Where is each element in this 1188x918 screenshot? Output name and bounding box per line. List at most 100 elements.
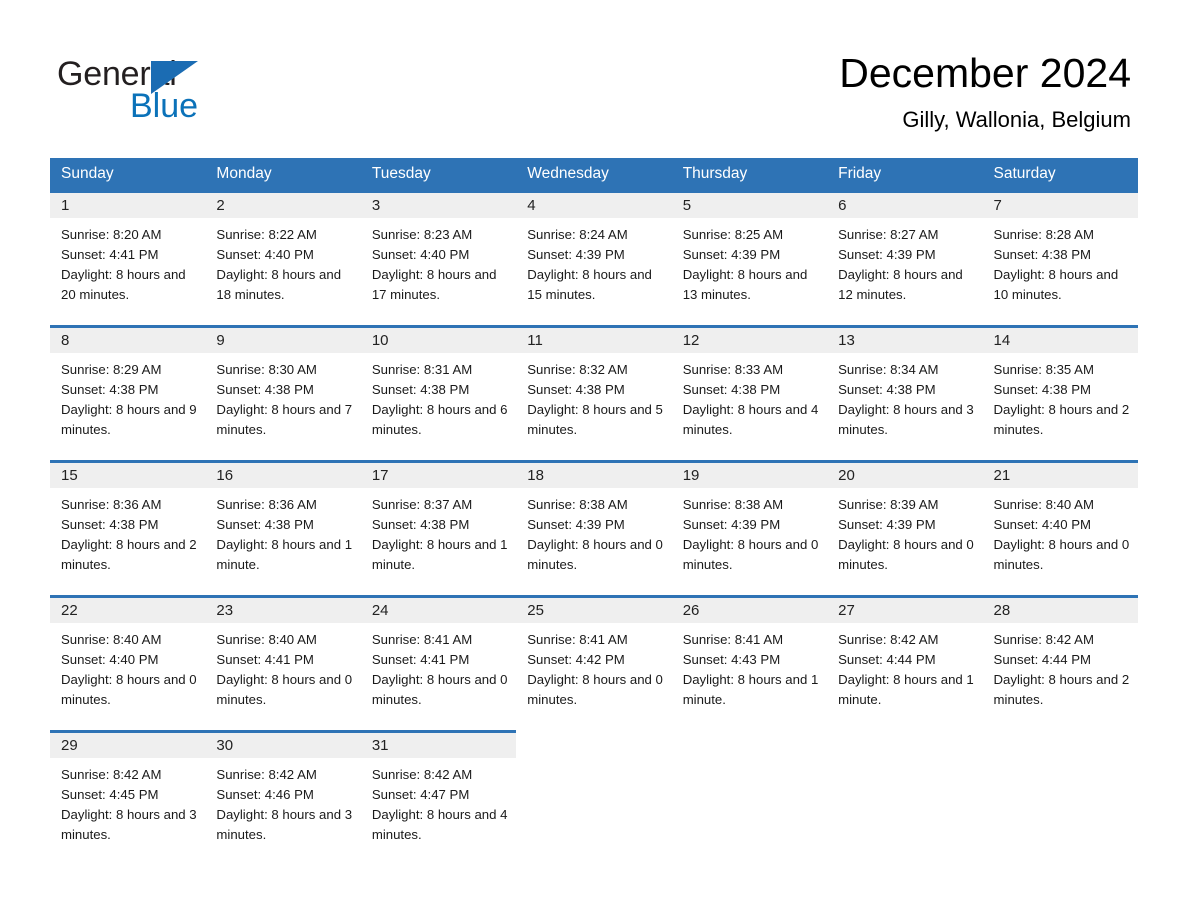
day-cell-inner: 1 Sunrise: 8:20 AM Sunset: 4:41 PM Daylight… xyxy=(50,190,206,325)
calendar-day-cell xyxy=(516,730,672,865)
calendar-day-cell[interactable]: 19 Sunrise: 8:38 AM Sunset: 4:39 PM Dayligh… xyxy=(671,460,828,595)
daylight-text: Daylight: 8 hours and 1 minute. xyxy=(371,537,508,572)
calendar-day-cell[interactable]: 18 Sunrise: 8:38 AM Sunset: 4:39 PM Dayligh… xyxy=(516,460,672,595)
calendar-day-cell[interactable]: 6 Sunrise: 8:27 AM Sunset: 4:39 PM Daylight… xyxy=(827,190,983,325)
sunrise-text: Sunrise: 8:42 AM xyxy=(838,632,939,647)
sunset-text: Sunset: 4:40 PM xyxy=(371,247,470,262)
calendar-day-cell[interactable]: 28 Sunrise: 8:42 AM Sunset: 4:44 PM Dayligh… xyxy=(982,595,1138,730)
calendar-day-cell[interactable]: 8 Sunrise: 8:29 AM Sunset: 4:38 PM Daylight… xyxy=(50,325,206,460)
sunrise-text: Sunrise: 8:33 AM xyxy=(682,362,784,377)
sunrise-text: Sunrise: 8:28 AM xyxy=(993,227,1094,242)
sunrise-text: Sunrise: 8:23 AM xyxy=(371,227,473,242)
day-number: 9 xyxy=(205,328,361,353)
daylight-text: Daylight: 8 hours and 6 minutes. xyxy=(371,402,508,437)
calendar-day-cell[interactable]: 29 Sunrise: 8:42 AM Sunset: 4:45 PM Dayligh… xyxy=(50,730,206,865)
sunset-text: Sunset: 4:38 PM xyxy=(216,517,314,532)
calendar-day-cell[interactable]: 12 Sunrise: 8:33 AM Sunset: 4:38 PM Dayligh… xyxy=(671,325,828,460)
day-number: 30 xyxy=(205,733,361,758)
day-cell-inner: 2 Sunrise: 8:22 AM Sunset: 4:40 PM Daylight… xyxy=(205,190,361,325)
calendar-day-cell[interactable]: 25 Sunrise: 8:41 AM Sunset: 4:42 PM Dayligh… xyxy=(516,595,672,730)
daylight-text: Daylight: 8 hours and 1 minute. xyxy=(216,537,353,572)
calendar-week-row: 8 Sunrise: 8:29 AM Sunset: 4:38 PM Daylight… xyxy=(50,325,1138,460)
sunset-text: Sunset: 4:40 PM xyxy=(993,517,1092,532)
calendar-page: General Blue December 2024 Gilly, Wallon… xyxy=(0,0,1188,918)
day-number: 1 xyxy=(50,193,206,218)
calendar-table: Sunday Monday Tuesday Wednesday Thursday… xyxy=(50,158,1138,865)
day-details: Sunrise: 8:38 AM Sunset: 4:39 PM Daylight:… xyxy=(516,488,671,575)
day-details: Sunrise: 8:40 AM Sunset: 4:41 PM Daylight:… xyxy=(205,623,360,710)
sunrise-text: Sunrise: 8:20 AM xyxy=(61,227,162,242)
calendar-day-cell[interactable]: 9 Sunrise: 8:30 AM Sunset: 4:38 PM Daylight… xyxy=(205,325,361,460)
day-number: 17 xyxy=(360,463,517,488)
calendar-day-cell[interactable]: 5 Sunrise: 8:25 AM Sunset: 4:39 PM Daylight… xyxy=(671,190,828,325)
calendar-day-cell[interactable]: 11 Sunrise: 8:32 AM Sunset: 4:38 PM Dayligh… xyxy=(516,325,672,460)
day-cell-inner: 3 Sunrise: 8:23 AM Sunset: 4:40 PM Daylight… xyxy=(360,190,517,325)
calendar-day-cell[interactable]: 3 Sunrise: 8:23 AM Sunset: 4:40 PM Daylight… xyxy=(360,190,517,325)
calendar-day-cell[interactable]: 26 Sunrise: 8:41 AM Sunset: 4:43 PM Dayligh… xyxy=(671,595,828,730)
day-number: 10 xyxy=(360,328,517,353)
day-cell-inner: 24 Sunrise: 8:41 AM Sunset: 4:41 PM Dayligh… xyxy=(360,595,517,730)
day-number: 15 xyxy=(50,463,206,488)
day-cell-inner: 18 Sunrise: 8:38 AM Sunset: 4:39 PM Dayligh… xyxy=(516,460,672,595)
day-cell-inner: 26 Sunrise: 8:41 AM Sunset: 4:43 PM Dayligh… xyxy=(671,595,828,730)
calendar-day-cell[interactable]: 31 Sunrise: 8:42 AM Sunset: 4:47 PM Dayligh… xyxy=(360,730,517,865)
daylight-text: Daylight: 8 hours and 0 minutes. xyxy=(216,672,353,707)
sunset-text: Sunset: 4:41 PM xyxy=(61,247,159,262)
calendar-day-cell[interactable]: 7 Sunrise: 8:28 AM Sunset: 4:38 PM Daylight… xyxy=(982,190,1138,325)
daylight-text: Daylight: 8 hours and 1 minute. xyxy=(838,672,974,707)
day-number: 22 xyxy=(50,598,206,623)
day-number: 26 xyxy=(671,598,828,623)
calendar-week-row: 22 Sunrise: 8:40 AM Sunset: 4:40 PM Dayligh… xyxy=(50,595,1138,730)
calendar-day-cell[interactable]: 13 Sunrise: 8:34 AM Sunset: 4:38 PM Dayligh… xyxy=(827,325,983,460)
brand-logo[interactable]: General Blue xyxy=(57,54,377,134)
calendar-day-cell[interactable]: 27 Sunrise: 8:42 AM Sunset: 4:44 PM Dayligh… xyxy=(827,595,983,730)
daylight-text: Daylight: 8 hours and 0 minutes. xyxy=(527,672,663,707)
sunrise-text: Sunrise: 8:42 AM xyxy=(61,767,162,782)
daylight-text: Daylight: 8 hours and 10 minutes. xyxy=(993,267,1119,302)
sunrise-text: Sunrise: 8:29 AM xyxy=(61,362,162,377)
calendar-day-cell[interactable]: 16 Sunrise: 8:36 AM Sunset: 4:38 PM Dayligh… xyxy=(205,460,361,595)
calendar-day-cell[interactable]: 21 Sunrise: 8:40 AM Sunset: 4:40 PM Dayligh… xyxy=(982,460,1138,595)
day-details: Sunrise: 8:42 AM Sunset: 4:47 PM Daylight:… xyxy=(361,758,516,845)
calendar-day-cell[interactable]: 23 Sunrise: 8:40 AM Sunset: 4:41 PM Dayligh… xyxy=(205,595,361,730)
day-details: Sunrise: 8:41 AM Sunset: 4:42 PM Daylight:… xyxy=(516,623,671,710)
calendar-day-cell[interactable]: 4 Sunrise: 8:24 AM Sunset: 4:39 PM Daylight… xyxy=(516,190,672,325)
day-cell-inner: 16 Sunrise: 8:36 AM Sunset: 4:38 PM Dayligh… xyxy=(205,460,361,595)
daylight-text: Daylight: 8 hours and 18 minutes. xyxy=(216,267,342,302)
day-number: 4 xyxy=(516,193,672,218)
daylight-text: Daylight: 8 hours and 0 minutes. xyxy=(682,537,819,572)
sunrise-text: Sunrise: 8:32 AM xyxy=(527,362,628,377)
daylight-text: Daylight: 8 hours and 2 minutes. xyxy=(993,402,1130,437)
sunrise-text: Sunrise: 8:22 AM xyxy=(216,227,317,242)
sunset-text: Sunset: 4:39 PM xyxy=(682,517,781,532)
calendar-day-cell[interactable]: 17 Sunrise: 8:37 AM Sunset: 4:38 PM Dayligh… xyxy=(360,460,517,595)
day-details: Sunrise: 8:42 AM Sunset: 4:45 PM Daylight:… xyxy=(50,758,205,845)
daylight-text: Daylight: 8 hours and 0 minutes. xyxy=(838,537,974,572)
calendar-day-cell[interactable]: 10 Sunrise: 8:31 AM Sunset: 4:38 PM Dayligh… xyxy=(360,325,517,460)
sunset-text: Sunset: 4:44 PM xyxy=(993,652,1092,667)
sunrise-text: Sunrise: 8:40 AM xyxy=(216,632,317,647)
calendar-day-cell[interactable]: 30 Sunrise: 8:42 AM Sunset: 4:46 PM Dayligh… xyxy=(205,730,361,865)
day-number: 24 xyxy=(360,598,517,623)
sunrise-text: Sunrise: 8:27 AM xyxy=(838,227,939,242)
daylight-text: Daylight: 8 hours and 5 minutes. xyxy=(527,402,663,437)
calendar-day-cell[interactable]: 2 Sunrise: 8:22 AM Sunset: 4:40 PM Daylight… xyxy=(205,190,361,325)
day-cell-empty xyxy=(982,730,1138,865)
daylight-text: Daylight: 8 hours and 20 minutes. xyxy=(61,267,186,302)
dayname-monday: Monday xyxy=(205,158,361,190)
sunset-text: Sunset: 4:47 PM xyxy=(371,787,470,802)
title-block: December 2024 Gilly, Wallonia, Belgium xyxy=(839,48,1131,133)
calendar-day-cell[interactable]: 14 Sunrise: 8:35 AM Sunset: 4:38 PM Dayligh… xyxy=(982,325,1138,460)
dayname-wednesday: Wednesday xyxy=(516,158,672,190)
day-cell-inner: 7 Sunrise: 8:28 AM Sunset: 4:38 PM Daylight… xyxy=(982,190,1138,325)
dayname-row: Sunday Monday Tuesday Wednesday Thursday… xyxy=(50,158,1138,190)
calendar-day-cell[interactable]: 15 Sunrise: 8:36 AM Sunset: 4:38 PM Dayligh… xyxy=(50,460,206,595)
calendar-day-cell[interactable]: 20 Sunrise: 8:39 AM Sunset: 4:39 PM Dayligh… xyxy=(827,460,983,595)
calendar-day-cell[interactable]: 24 Sunrise: 8:41 AM Sunset: 4:41 PM Dayligh… xyxy=(360,595,517,730)
sunset-text: Sunset: 4:38 PM xyxy=(61,382,159,397)
day-details: Sunrise: 8:35 AM Sunset: 4:38 PM Daylight:… xyxy=(983,353,1138,440)
day-details: Sunrise: 8:27 AM Sunset: 4:39 PM Daylight:… xyxy=(827,218,982,305)
calendar-day-cell[interactable]: 22 Sunrise: 8:40 AM Sunset: 4:40 PM Dayligh… xyxy=(50,595,206,730)
daylight-text: Daylight: 8 hours and 3 minutes. xyxy=(216,807,353,842)
calendar-day-cell[interactable]: 1 Sunrise: 8:20 AM Sunset: 4:41 PM Daylight… xyxy=(50,190,206,325)
